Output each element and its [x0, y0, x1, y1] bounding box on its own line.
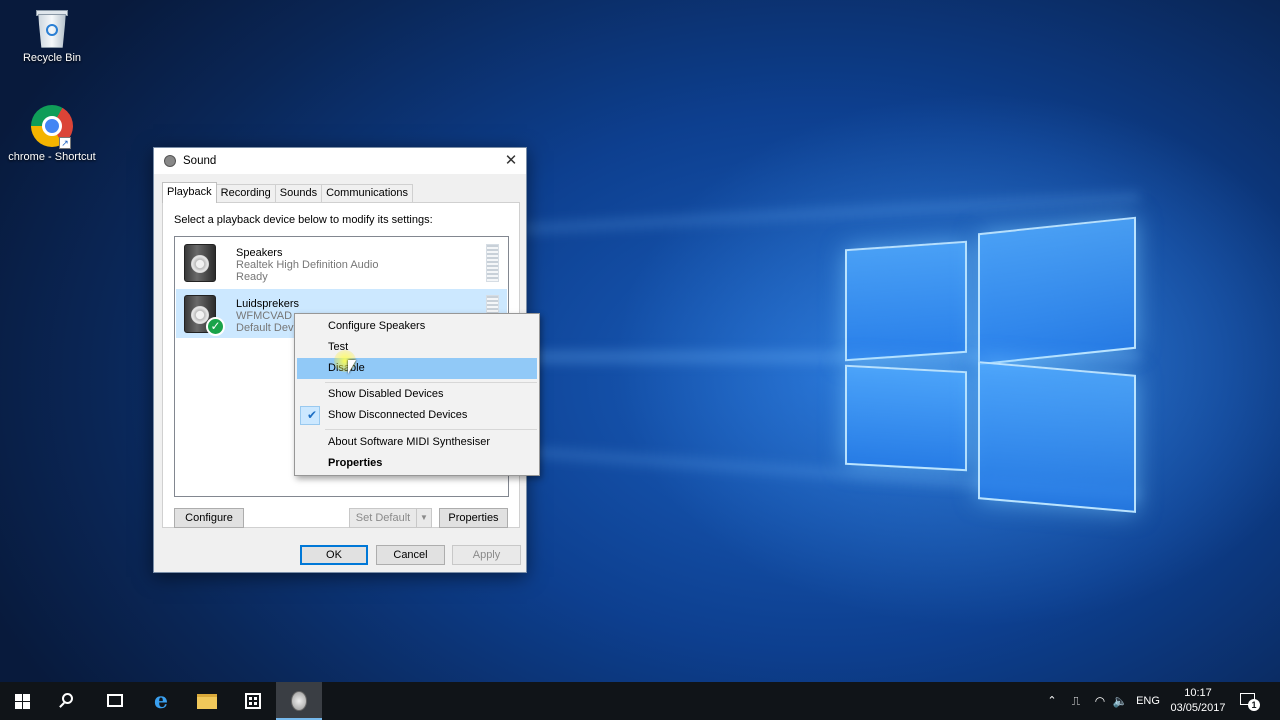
device-name: Luidsprekers [236, 298, 299, 310]
menu-separator [325, 382, 537, 383]
menu-item-disable[interactable]: Disable [297, 358, 537, 379]
desktop-icon-label: Recycle Bin [22, 52, 82, 64]
taskbar: e ⌃ ⎍ ◠ 🔈 ENG 10:17 03/05/2017 1 [0, 682, 1280, 720]
context-menu: Configure Speakers Test Disable Show Dis… [294, 313, 540, 476]
menu-separator [325, 429, 537, 430]
device-description: WFMCVAD [236, 310, 293, 322]
search-icon [62, 693, 73, 704]
sound-taskbar-button[interactable] [276, 682, 322, 720]
recycle-bin-icon [34, 8, 70, 48]
close-button[interactable]: ✕ [502, 152, 520, 170]
clock-date: 03/05/2017 [1170, 702, 1226, 714]
desktop-icon-label: chrome - Shortcut [8, 151, 96, 163]
set-default-dropdown-button[interactable]: ▼ [416, 508, 432, 528]
ok-button[interactable]: OK [300, 545, 368, 565]
start-button[interactable] [0, 682, 46, 720]
windows-logo-pane [978, 361, 1136, 513]
speaker-device-icon [184, 244, 216, 282]
system-clock[interactable]: 10:17 03/05/2017 [1166, 686, 1230, 716]
menu-item-properties[interactable]: Properties [297, 453, 537, 474]
configure-button[interactable]: Configure [174, 508, 244, 528]
device-description: Realtek High Definition Audio [236, 259, 379, 271]
windows-logo-pane [978, 216, 1136, 366]
title-bar[interactable]: Sound ✕ [154, 148, 526, 174]
notification-count-badge: 1 [1248, 699, 1260, 711]
menu-item-test[interactable]: Test [297, 337, 537, 358]
wifi-icon[interactable]: ◠ [1090, 682, 1110, 720]
store-icon [245, 693, 261, 709]
set-default-button[interactable]: Set Default [349, 508, 417, 528]
chrome-icon: ↗ [31, 105, 73, 149]
action-center-button[interactable]: 1 [1238, 691, 1260, 711]
tab-recording[interactable]: Recording [215, 184, 276, 202]
task-view-icon [107, 694, 123, 707]
mouse-cursor-icon [348, 360, 356, 374]
menu-item-configure-speakers[interactable]: Configure Speakers [297, 316, 537, 337]
apply-button[interactable]: Apply [452, 545, 521, 565]
sound-app-icon [291, 691, 307, 711]
volume-meter [486, 244, 499, 282]
tab-communications[interactable]: Communications [321, 184, 414, 202]
store-taskbar-button[interactable] [230, 682, 276, 720]
desktop-icon-recycle-bin[interactable]: Recycle Bin [2, 8, 102, 64]
edge-taskbar-button[interactable]: e [138, 682, 184, 720]
windows-logo-pane [845, 240, 967, 362]
device-name: Speakers [236, 247, 283, 259]
network-icon[interactable]: ⎍ [1066, 682, 1086, 720]
desktop-icon-chrome-shortcut[interactable]: ↗ chrome - Shortcut [2, 105, 102, 163]
device-status: Ready [236, 271, 268, 283]
dialog-title: Sound [183, 155, 217, 167]
edge-icon: e [154, 688, 168, 714]
menu-item-show-disabled-devices[interactable]: Show Disabled Devices [297, 384, 537, 405]
windows-start-icon [15, 694, 30, 709]
default-device-check-icon: ✓ [206, 317, 225, 336]
menu-item-about-midi-synthesiser[interactable]: About Software MIDI Synthesiser [297, 432, 537, 453]
volume-icon[interactable]: 🔈 [1110, 682, 1130, 720]
language-indicator[interactable]: ENG [1134, 682, 1162, 720]
task-view-button[interactable] [92, 682, 138, 720]
tab-playback[interactable]: Playback [162, 182, 217, 203]
tab-strip: Playback Recording Sounds Communications [162, 182, 414, 203]
windows-logo-pane [845, 364, 967, 472]
cancel-button[interactable]: Cancel [376, 545, 445, 565]
checkmark-icon: ✔ [306, 408, 318, 422]
shortcut-arrow-icon: ↗ [59, 137, 71, 149]
show-hidden-icons-chevron-icon[interactable]: ⌃ [1042, 682, 1062, 720]
search-button[interactable] [46, 682, 92, 720]
tab-sounds[interactable]: Sounds [274, 184, 323, 202]
speaker-icon [164, 155, 176, 167]
file-explorer-taskbar-button[interactable] [184, 682, 230, 720]
menu-item-show-disconnected-devices[interactable]: ✔ Show Disconnected Devices [297, 405, 537, 426]
instruction-text: Select a playback device below to modify… [174, 214, 433, 226]
file-explorer-icon [197, 694, 217, 709]
clock-time: 10:17 [1184, 687, 1212, 699]
device-item-speakers[interactable]: Speakers Realtek High Definition Audio R… [176, 238, 507, 287]
properties-button[interactable]: Properties [439, 508, 508, 528]
menu-item-label: Show Disconnected Devices [328, 409, 468, 421]
